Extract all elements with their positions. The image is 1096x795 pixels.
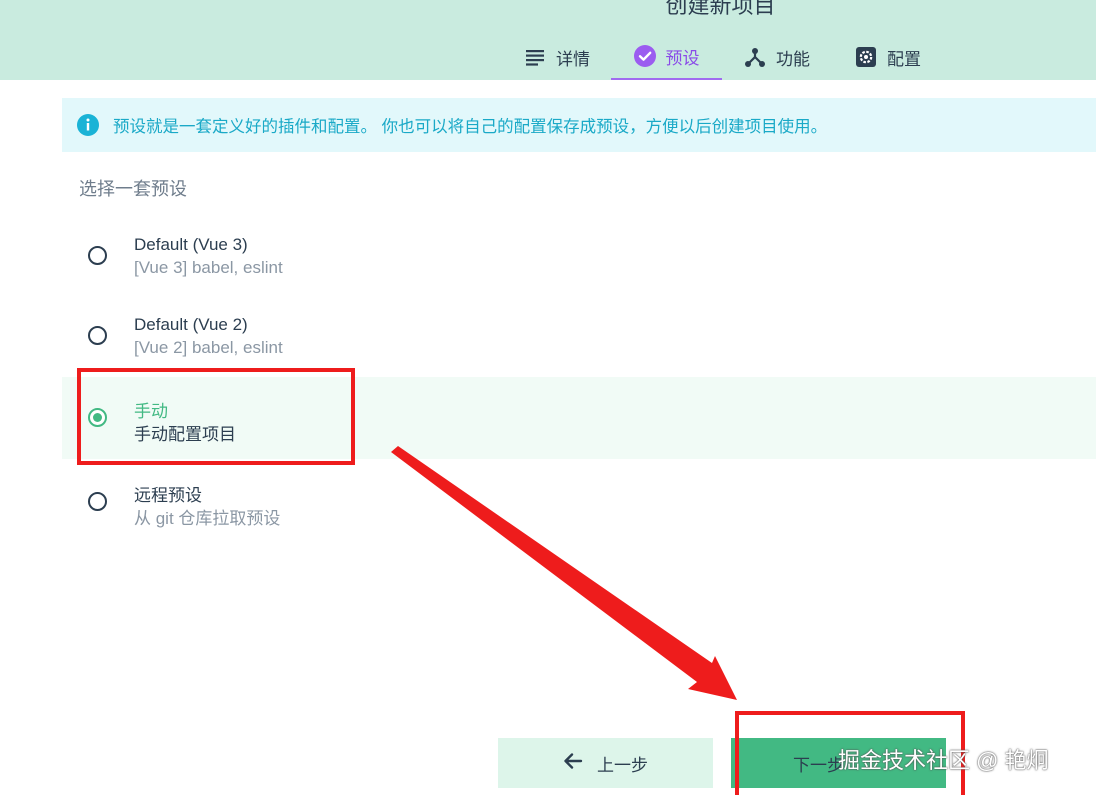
annotation-box-manual — [77, 368, 355, 465]
preset-option-default-vue3[interactable]: Default (Vue 3) [Vue 3] babel, eslint — [62, 215, 1096, 297]
list-icon — [524, 46, 546, 68]
preset-desc: 从 git 仓库拉取预设 — [134, 509, 281, 528]
info-text: 预设就是一套定义好的插件和配置。 你也可以将自己的配置保存成预设，方便以后创建项… — [113, 118, 828, 136]
tab-config-label: 配置 — [887, 49, 921, 69]
arrow-left-icon — [563, 752, 583, 775]
info-banner: 预设就是一套定义好的插件和配置。 你也可以将自己的配置保存成预设，方便以后创建项… — [62, 98, 1096, 152]
preset-option-default-vue2[interactable]: Default (Vue 2) [Vue 2] babel, eslint — [62, 295, 1096, 377]
tab-bar: 详情 预设 功能 配置 — [0, 34, 1096, 80]
radio-button[interactable] — [88, 492, 107, 511]
check-circle-icon — [633, 45, 656, 67]
prev-step-button[interactable]: 上一步 — [498, 738, 713, 788]
info-icon — [77, 114, 99, 136]
tab-config[interactable]: 配置 — [841, 34, 935, 80]
preset-name: 远程预设 — [134, 486, 202, 505]
page-title: 创建新项目 — [665, 0, 776, 18]
preset-desc: [Vue 3] babel, eslint — [134, 258, 283, 277]
preset-desc: [Vue 2] babel, eslint — [134, 338, 283, 357]
preset-option-remote[interactable]: 远程预设 从 git 仓库拉取预设 — [62, 461, 1096, 543]
branch-icon — [744, 46, 766, 68]
radio-button[interactable] — [88, 326, 107, 345]
radio-button[interactable] — [88, 246, 107, 265]
preset-section-label: 选择一套预设 — [79, 179, 187, 199]
tab-features-label: 功能 — [776, 49, 810, 69]
tab-details-label: 详情 — [556, 49, 590, 69]
preset-name: Default (Vue 3) — [134, 235, 248, 254]
tab-details[interactable]: 详情 — [512, 34, 602, 80]
watermark: 掘金技术社区 @ 艳炯 — [838, 748, 1049, 773]
gear-icon — [855, 46, 877, 68]
tab-features[interactable]: 功能 — [731, 34, 823, 80]
preset-name: Default (Vue 2) — [134, 315, 248, 334]
tab-presets[interactable]: 预设 — [611, 34, 722, 80]
prev-step-label: 上一步 — [597, 755, 648, 775]
header: 创建新项目 详情 预设 功能 配置 — [0, 0, 1096, 80]
tab-presets-label: 预设 — [665, 48, 700, 68]
